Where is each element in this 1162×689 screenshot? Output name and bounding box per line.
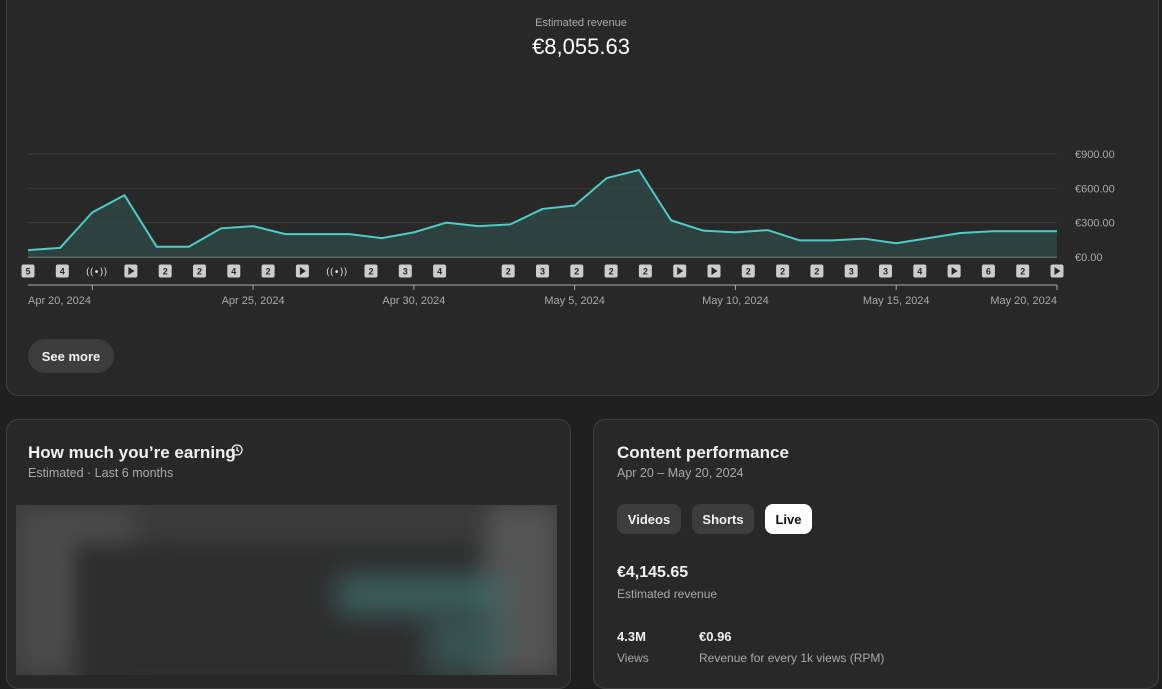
tab-videos[interactable]: Videos [617,504,681,534]
marker-count: 4 [437,267,442,277]
x-tick-label: May 15, 2024 [863,295,930,307]
y-tick-label: €600.00 [1075,183,1115,195]
marker-count: 6 [986,267,991,277]
x-tick-label: May 20, 2024 [990,295,1057,307]
marker-count: 4 [917,267,922,277]
marker-count: 2 [643,267,648,277]
views-label: Views [617,651,649,665]
marker-count: 2 [368,267,373,277]
live-icon: ((•)) [86,267,108,278]
y-tick-label: €300.00 [1075,218,1115,230]
rpm-label: Revenue for every 1k views (RPM) [699,651,884,665]
x-tick-label: May 10, 2024 [702,295,769,307]
marker-count: 3 [540,267,545,277]
marker-count: 2 [506,267,511,277]
see-more-button[interactable]: See more [28,339,114,373]
earning-title: How much you’re earning [28,443,236,463]
marker-count: 2 [1020,267,1025,277]
marker-count: 3 [883,267,888,277]
marker-count: 5 [25,267,30,277]
marker-count: 3 [403,267,408,277]
clock-icon[interactable] [231,444,243,456]
marker-count: 2 [266,267,271,277]
tab-shorts[interactable]: Shorts [692,504,754,534]
marker-count: 4 [231,267,236,277]
x-tick-label: Apr 30, 2024 [382,295,445,307]
marker-count: 4 [60,267,65,277]
marker-count: 3 [849,267,854,277]
performance-revenue-value: €4,145.65 [617,564,688,582]
views-value: 4.3M [617,629,646,644]
marker-count: 2 [197,267,202,277]
marker-count: 2 [746,267,751,277]
performance-date-range: Apr 20 – May 20, 2024 [617,466,743,480]
live-icon: ((•)) [326,267,348,278]
earning-subtitle: Estimated · Last 6 months [28,466,173,480]
blurred-chart-area [16,505,557,675]
performance-revenue-label: Estimated revenue [617,587,717,601]
y-tick-label: €0.00 [1075,252,1103,264]
marker-count: 2 [780,267,785,277]
marker-count: 2 [814,267,819,277]
x-tick-label: Apr 20, 2024 [28,295,91,307]
revenue-chart: €900.00 €600.00 €300.00 €0.00 5 4 ((•)) 2 2 4 2 ((•… [0,0,1162,320]
performance-title: Content performance [617,443,789,463]
x-tick-label: May 5, 2024 [544,295,605,307]
tab-live[interactable]: Live [765,504,812,534]
marker-count: 2 [163,267,168,277]
area-fill [28,170,1057,257]
y-tick-label: €900.00 [1075,149,1115,161]
x-tick-label: Apr 25, 2024 [222,295,285,307]
rpm-value: €0.96 [699,629,732,644]
marker-count: 2 [574,267,579,277]
marker-count: 2 [609,267,614,277]
